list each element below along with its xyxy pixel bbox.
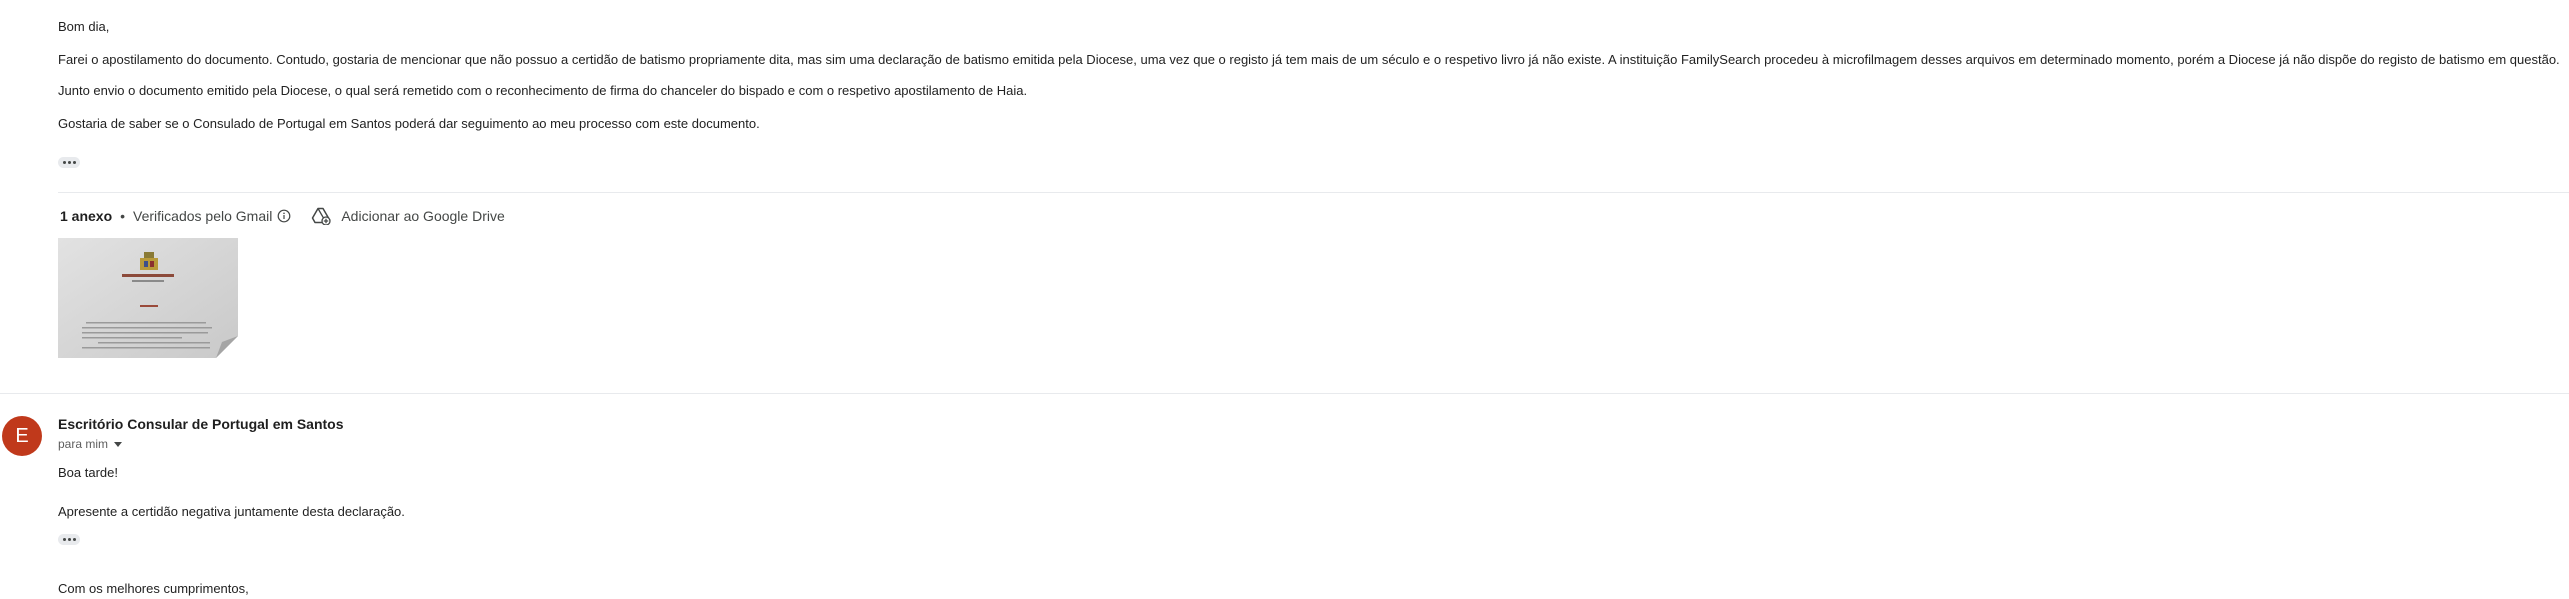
separator-dot: •	[120, 208, 126, 224]
show-trimmed-content-button[interactable]	[58, 157, 80, 168]
message-paragraph: Apresente a certidão negativa juntamente…	[58, 504, 405, 519]
message-paragraph: Boa tarde!	[58, 465, 118, 480]
sender-name[interactable]: Escritório Consular de Portugal em Santo…	[58, 416, 344, 432]
message-divider	[0, 393, 2569, 394]
message-paragraph: Junto envio o documento emitido pela Dio…	[58, 83, 1028, 98]
message-paragraph: Com os melhores cumprimentos,	[58, 581, 249, 596]
scanned-label: Verificados pelo Gmail	[133, 208, 273, 224]
email-thread: Bom dia, Farei o apostilamento do docume…	[0, 0, 2569, 599]
message-paragraph: Bom dia,	[58, 19, 110, 34]
chevron-down-icon	[114, 441, 123, 447]
divider	[58, 192, 2569, 193]
message-paragraph: Gostaria de saber se o Consulado de Port…	[58, 116, 760, 131]
sender-avatar[interactable]: E	[2, 416, 42, 456]
message-paragraph: Farei o apostilamento do documento. Cont…	[58, 52, 2560, 67]
add-to-drive-icon	[311, 207, 331, 225]
attachment-thumbnail[interactable]	[58, 238, 238, 358]
info-icon[interactable]	[277, 209, 291, 223]
recipient-label: para mim	[58, 437, 109, 451]
drive-label: Adicionar ao Google Drive	[341, 208, 505, 224]
attachment-count: 1 anexo	[60, 208, 113, 224]
add-to-drive-button[interactable]: Adicionar ao Google Drive	[311, 207, 505, 225]
attachments-bar: 1 anexo • Verificados pelo Gmail Adicion…	[60, 206, 505, 226]
show-trimmed-content-button[interactable]	[58, 534, 80, 545]
recipient-details-toggle[interactable]: para mim	[58, 437, 123, 451]
